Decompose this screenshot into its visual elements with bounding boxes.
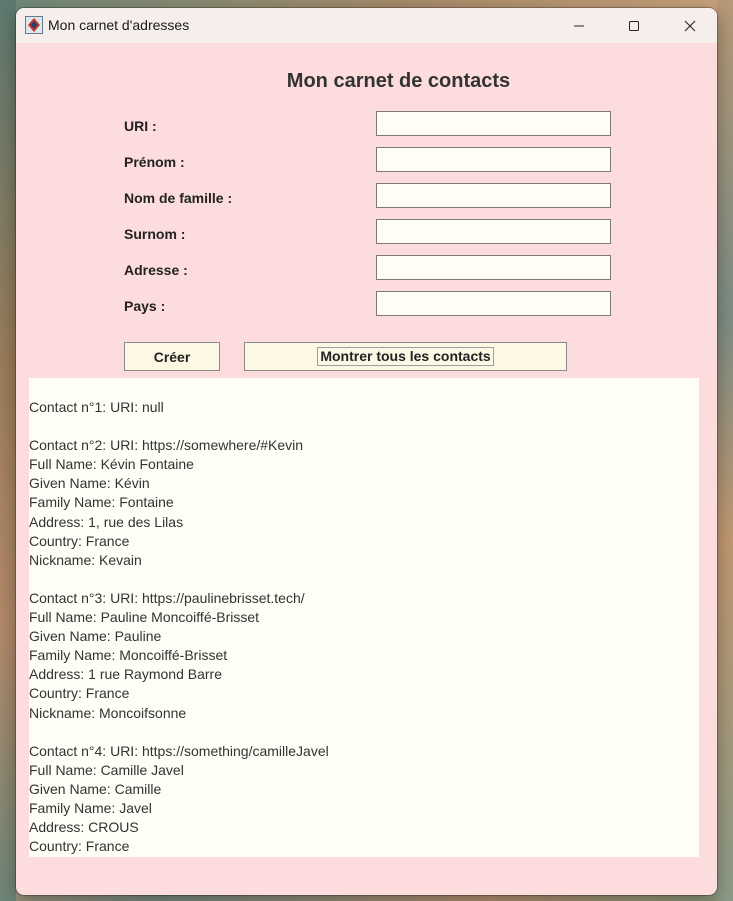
contacts-output-text: Contact n°1: URI: null Contact n°2: URI: … bbox=[29, 398, 329, 856]
output-line: Contact n°1: URI: null bbox=[29, 399, 164, 415]
output-line: Address: CROUS bbox=[29, 819, 139, 836]
page-title: Mon carnet de contacts bbox=[286, 70, 511, 92]
contacts-output-area[interactable]: Contact n°1: URI: null Contact n°2: URI: … bbox=[29, 378, 699, 857]
maximize-icon bbox=[629, 20, 639, 31]
output-line: Full Name: Kévin Fontaine bbox=[29, 456, 194, 473]
output-line: Address: 1, rue des Lilas bbox=[29, 513, 184, 530]
window-content: Mon carnet de contacts URI : Prénom : No… bbox=[16, 43, 717, 895]
country-input[interactable] bbox=[376, 291, 611, 316]
minimize-button[interactable] bbox=[556, 8, 602, 43]
output-line: Contact n°2: URI: https://somewhere/#Kev… bbox=[29, 437, 304, 454]
uri-input[interactable] bbox=[376, 111, 611, 136]
desktop-background-left bbox=[0, 0, 16, 901]
title-bar[interactable]: Mon carnet d'adresses bbox=[16, 8, 717, 43]
output-line: Country: France bbox=[29, 532, 130, 549]
uri-label: URI : bbox=[124, 118, 157, 134]
show-all-contacts-label: Montrer tous les contacts bbox=[317, 347, 494, 366]
maximize-button[interactable] bbox=[611, 8, 657, 43]
create-button[interactable]: Créer bbox=[124, 342, 220, 371]
output-line: Family Name: Javel bbox=[29, 799, 152, 816]
output-line: Contact n°4: URI: https://something/cami… bbox=[29, 742, 329, 759]
nickname-label: Surnom : bbox=[124, 226, 186, 242]
desktop-background-right bbox=[717, 0, 733, 901]
output-line: Family Name: Moncoiffé-Brisset bbox=[29, 647, 228, 664]
output-line: Family Name: Fontaine bbox=[29, 494, 174, 511]
output-line: Given Name: Kévin bbox=[29, 475, 150, 492]
java-app-icon bbox=[25, 16, 43, 34]
address-label: Adresse : bbox=[124, 262, 188, 278]
country-label: Pays : bbox=[124, 298, 166, 314]
output-line: Nickname: Kevain bbox=[29, 551, 142, 568]
output-line: Contact n°3: URI: https://paulinebrisset… bbox=[29, 589, 305, 606]
output-line: Full Name: Pauline Moncoiffé-Brisset bbox=[29, 609, 260, 626]
app-window: Mon carnet d'adresses Mon carnet de cont… bbox=[16, 8, 717, 895]
minimize-icon bbox=[574, 25, 584, 26]
output-line: Country: France bbox=[29, 685, 130, 702]
output-line: Given Name: Pauline bbox=[29, 628, 162, 645]
close-button[interactable] bbox=[667, 8, 713, 43]
window-title: Mon carnet d'adresses bbox=[48, 17, 190, 33]
nickname-input[interactable] bbox=[376, 219, 611, 244]
first-name-input[interactable] bbox=[376, 147, 611, 172]
show-all-contacts-button[interactable]: Montrer tous les contacts bbox=[244, 342, 567, 371]
output-line: Address: 1 rue Raymond Barre bbox=[29, 666, 222, 683]
output-line: Country: France bbox=[29, 838, 130, 855]
close-icon bbox=[684, 20, 696, 31]
last-name-label: Nom de famille : bbox=[124, 190, 233, 206]
output-line: Given Name: Camille bbox=[29, 780, 162, 797]
output-line: Nickname: Moncoifsonne bbox=[29, 704, 187, 721]
address-input[interactable] bbox=[376, 255, 611, 280]
output-line: Full Name: Camille Javel bbox=[29, 761, 184, 778]
last-name-input[interactable] bbox=[376, 183, 611, 208]
first-name-label: Prénom : bbox=[124, 154, 185, 170]
